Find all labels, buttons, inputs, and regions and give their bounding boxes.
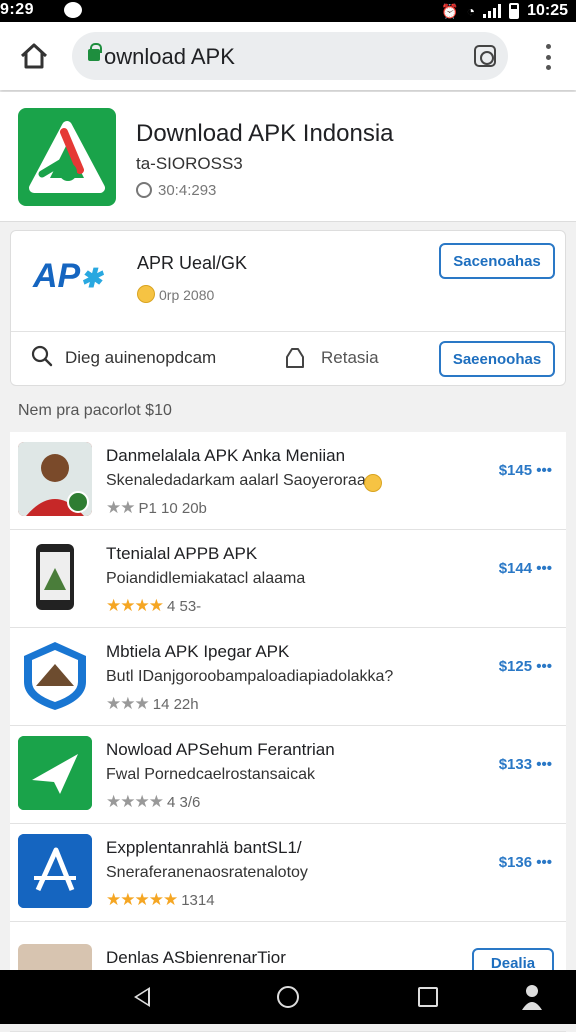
app-price[interactable]: $136 •••	[499, 854, 552, 871]
app-title: Nowload APSehum Ferantrian	[106, 740, 335, 759]
section-label: Nem pra pacorlot $10	[18, 402, 172, 419]
smiley-icon	[364, 474, 382, 492]
rating-stars: ★★★	[106, 694, 150, 713]
search-icon[interactable]	[31, 345, 53, 367]
page-date: 30:4:293	[158, 182, 217, 199]
app-rating: ★★★★★ 1314	[106, 890, 215, 910]
app-thumbnail	[18, 442, 92, 516]
app-rating: ★★★ 14 22h	[106, 694, 199, 714]
browser-toolbar: ownload APK	[0, 22, 576, 90]
promo-card: AP✱ APR Ueal/GK 0rp 2080 Sacenoahas Dieg…	[10, 230, 566, 386]
app-description: Fwal Pornedcaelrostansaicak	[106, 766, 315, 783]
app-thumbnail	[18, 834, 92, 908]
app-logo-icon	[18, 108, 116, 206]
app-price[interactable]: $145 •••	[499, 462, 552, 479]
search-tab-label[interactable]: Dieg auinenopdcam	[65, 348, 216, 368]
status-bar: 9:29 ⏰ ◔ 10:25	[0, 0, 576, 22]
url-bar[interactable]: ownload APK	[72, 32, 508, 80]
status-time-left: 9:29	[0, 1, 35, 18]
signal-icon	[483, 4, 502, 18]
battery-icon	[509, 3, 520, 19]
app-rating: ★★★★ 4 3/6	[106, 792, 200, 812]
app-thumbnail	[18, 736, 92, 810]
app-rating: ★★★★ 4 53-	[106, 596, 201, 616]
tab-active-button[interactable]: Saeenoohas	[439, 341, 555, 377]
app-list: Danmelalala APK Anka Meniian Skenaledada…	[10, 432, 566, 1032]
tab-switcher-icon[interactable]	[474, 45, 496, 67]
promo-title: APR Ueal/GK	[137, 253, 248, 273]
status-icons: ⏰ ◔ 10:25	[441, 0, 568, 22]
app-description: Skenaledadarkam aalarl Saoyeroraa	[106, 472, 366, 489]
app-meta: 1314	[181, 891, 215, 909]
smiley-icon	[137, 285, 155, 303]
app-title: Ttenialal APPB APK	[106, 544, 258, 563]
back-icon[interactable]	[134, 987, 150, 1007]
app-price[interactable]: $144 •••	[499, 560, 552, 577]
app-thumbnail	[18, 540, 92, 614]
page-subtitle: ta-SIOROSS3	[136, 154, 243, 173]
status-time-right: 10:25	[527, 2, 568, 19]
app-rating: ★★ P1 10 20b	[106, 498, 207, 518]
app-price[interactable]: $125 •••	[499, 658, 552, 675]
app-title: Danmelalala APK Anka Meniian	[106, 446, 346, 465]
tag-tab-label[interactable]: Retasia	[321, 348, 379, 368]
rating-stars: ★★	[106, 498, 136, 517]
list-item[interactable]: Mbtiela APK Ipegar APK Butl IDanjgorooba…	[10, 628, 566, 726]
rating-stars: ★★★★★	[106, 890, 178, 909]
home-circle-icon[interactable]	[277, 986, 299, 1008]
app-title: Denlas ASbienrenarTior	[106, 948, 286, 967]
app-description: Butl IDanjgoroobampaloadiapiadolakka?	[106, 668, 394, 685]
list-item[interactable]: Nowload APSehum Ferantrian Fwal Pornedca…	[10, 726, 566, 824]
recents-icon[interactable]	[418, 987, 438, 1007]
list-item[interactable]: Danmelalala APK Anka Meniian Skenaledada…	[10, 432, 566, 530]
app-meta: 4 3/6	[166, 793, 201, 811]
app-thumbnail	[18, 638, 92, 712]
app-title: Mbtiela APK Ipegar APK	[106, 642, 290, 661]
sparkle-icon: ✱	[80, 263, 103, 293]
overflow-menu-icon[interactable]	[546, 44, 552, 70]
app-description: Poiandidlemiakatacl alaama	[106, 570, 306, 587]
home-icon[interactable]	[18, 40, 50, 72]
url-text[interactable]: ownload APK	[104, 44, 235, 70]
rating-stars: ★★★★	[106, 596, 164, 615]
app-description: Sneraferanenaosratenalotoy	[106, 864, 308, 881]
list-item[interactable]: Ttenialal APPB APK Poiandidlemiakatacl a…	[10, 530, 566, 628]
list-item[interactable]: Expplentanrahlä bantSL1/ Sneraferanenaos…	[10, 824, 566, 922]
alarm-icon: ⏰	[441, 2, 459, 19]
divider	[11, 331, 565, 332]
clock-icon	[136, 182, 152, 198]
app-header-card: Download APK Indonsia ta-SIOROSS3 30:4:2…	[0, 92, 576, 222]
person-icon[interactable]	[522, 984, 542, 1010]
app-meta: P1 10 20b	[138, 499, 207, 517]
wifi-icon: ◔	[466, 3, 476, 19]
tag-icon[interactable]	[283, 345, 307, 369]
rating-stars: ★★★★	[106, 792, 164, 811]
page-title: Download APK Indonsia	[136, 120, 394, 147]
lock-icon	[88, 43, 102, 61]
app-title: Expplentanrahlä bantSL1/	[106, 838, 302, 857]
promo-subtitle: 0rp 2080	[159, 287, 215, 303]
promo-action-button[interactable]: Sacenoahas	[439, 243, 555, 279]
notification-icon	[64, 2, 82, 18]
app-meta: 14 22h	[152, 695, 199, 713]
app-price[interactable]: $133 •••	[499, 756, 552, 773]
ap-logo: AP✱	[33, 257, 103, 295]
system-nav-bar	[0, 970, 576, 1024]
app-meta: 4 53-	[166, 597, 202, 615]
